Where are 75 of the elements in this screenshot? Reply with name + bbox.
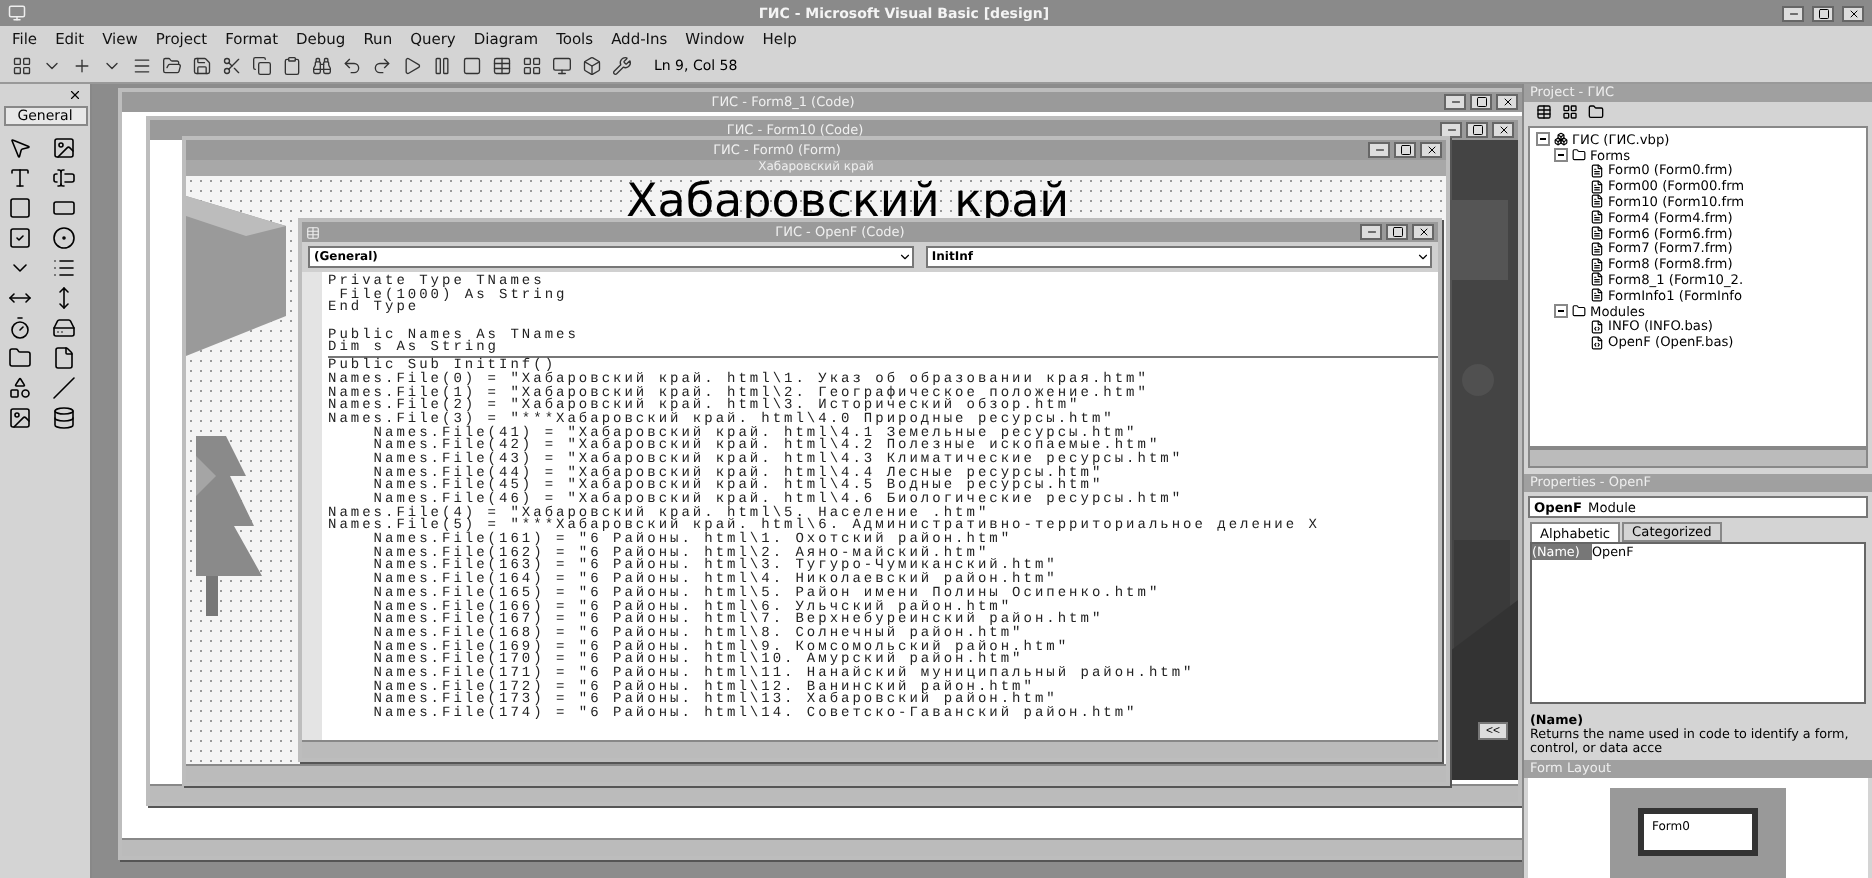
close-button[interactable]	[1842, 5, 1864, 21]
close-icon	[1501, 96, 1513, 108]
maximize-button[interactable]	[1386, 224, 1408, 240]
timer-icon[interactable]	[7, 316, 31, 340]
picture-box-icon[interactable]	[51, 136, 75, 160]
command-button-icon[interactable]	[51, 196, 75, 220]
maximize-icon	[1471, 124, 1483, 136]
close-icon	[1425, 144, 1437, 156]
minimize-icon	[1445, 124, 1457, 136]
play-icon[interactable]	[402, 56, 422, 76]
close-button[interactable]	[1496, 94, 1518, 110]
close-button[interactable]	[1412, 224, 1434, 240]
maximize-button[interactable]	[1394, 142, 1416, 158]
collapse-toggle[interactable]	[1554, 148, 1568, 163]
minus-icon	[1556, 306, 1566, 316]
pause-icon[interactable]	[432, 56, 452, 76]
minimize-button[interactable]	[1360, 224, 1382, 240]
close-icon	[1497, 124, 1509, 136]
dropdown-icon	[897, 250, 912, 264]
pointer-icon[interactable]	[7, 136, 31, 160]
folder-icon[interactable]	[7, 346, 31, 370]
open-icon[interactable]	[162, 56, 182, 76]
textbox-icon[interactable]	[51, 166, 75, 190]
collapse-toggle[interactable]	[1554, 304, 1568, 318]
collapse-toggle[interactable]	[1536, 132, 1550, 147]
minimize-button[interactable]	[1782, 5, 1804, 21]
project-icon	[1554, 132, 1568, 147]
data-icon[interactable]	[51, 406, 75, 430]
frame-icon[interactable]	[7, 196, 31, 220]
copy-icon[interactable]	[252, 56, 272, 76]
option-button-icon[interactable]	[51, 226, 75, 250]
maximize-icon	[1817, 7, 1829, 19]
folder-icon	[1572, 148, 1586, 163]
find-icon[interactable]	[312, 56, 332, 76]
dropdown-icon	[1416, 250, 1430, 264]
close-icon[interactable]	[68, 88, 82, 102]
image-icon[interactable]	[7, 406, 31, 430]
line-icon[interactable]	[51, 376, 75, 400]
close-button[interactable]	[1420, 142, 1442, 158]
horizontal-scrollbar[interactable]	[186, 764, 1446, 782]
horizontal-scrollbar[interactable]	[302, 740, 1438, 758]
redo-icon[interactable]	[372, 56, 392, 76]
save-icon[interactable]	[192, 56, 212, 76]
paste-icon[interactable]	[282, 56, 302, 76]
minimize-icon	[1787, 7, 1799, 19]
shape-icon[interactable]	[7, 376, 31, 400]
close-icon	[1847, 7, 1859, 19]
cut-icon[interactable]	[222, 56, 242, 76]
file-icon[interactable]	[51, 346, 75, 370]
drive-icon[interactable]	[51, 316, 75, 340]
folder-icon	[1572, 304, 1586, 318]
folder-icon[interactable]	[1588, 104, 1604, 120]
minimize-button[interactable]	[1444, 94, 1466, 110]
horizontal-scrollbar[interactable]	[122, 838, 1522, 856]
maximize-button[interactable]	[1812, 5, 1834, 21]
minimize-icon	[1365, 226, 1377, 238]
checkbox-icon[interactable]	[7, 226, 31, 250]
maximize-icon	[1475, 96, 1487, 108]
undo-icon[interactable]	[342, 56, 362, 76]
stop-icon[interactable]	[462, 56, 482, 76]
maximize-button[interactable]	[1466, 122, 1488, 138]
maximize-button[interactable]	[1470, 94, 1492, 110]
minimize-icon	[1449, 96, 1461, 108]
minimize-button[interactable]	[1440, 122, 1462, 138]
close-icon	[1417, 226, 1429, 238]
horizontal-scrollbar[interactable]	[1528, 448, 1868, 469]
minimize-icon	[1373, 144, 1385, 156]
app-icon	[8, 4, 26, 22]
form-heading: Хабаровский край	[626, 178, 1070, 226]
label-icon[interactable]	[7, 166, 31, 190]
maximize-icon	[1391, 226, 1403, 238]
maximize-icon	[1399, 144, 1411, 156]
add-form-icon[interactable]	[72, 56, 92, 76]
minimize-button[interactable]	[1368, 142, 1390, 158]
close-button[interactable]	[1492, 122, 1514, 138]
